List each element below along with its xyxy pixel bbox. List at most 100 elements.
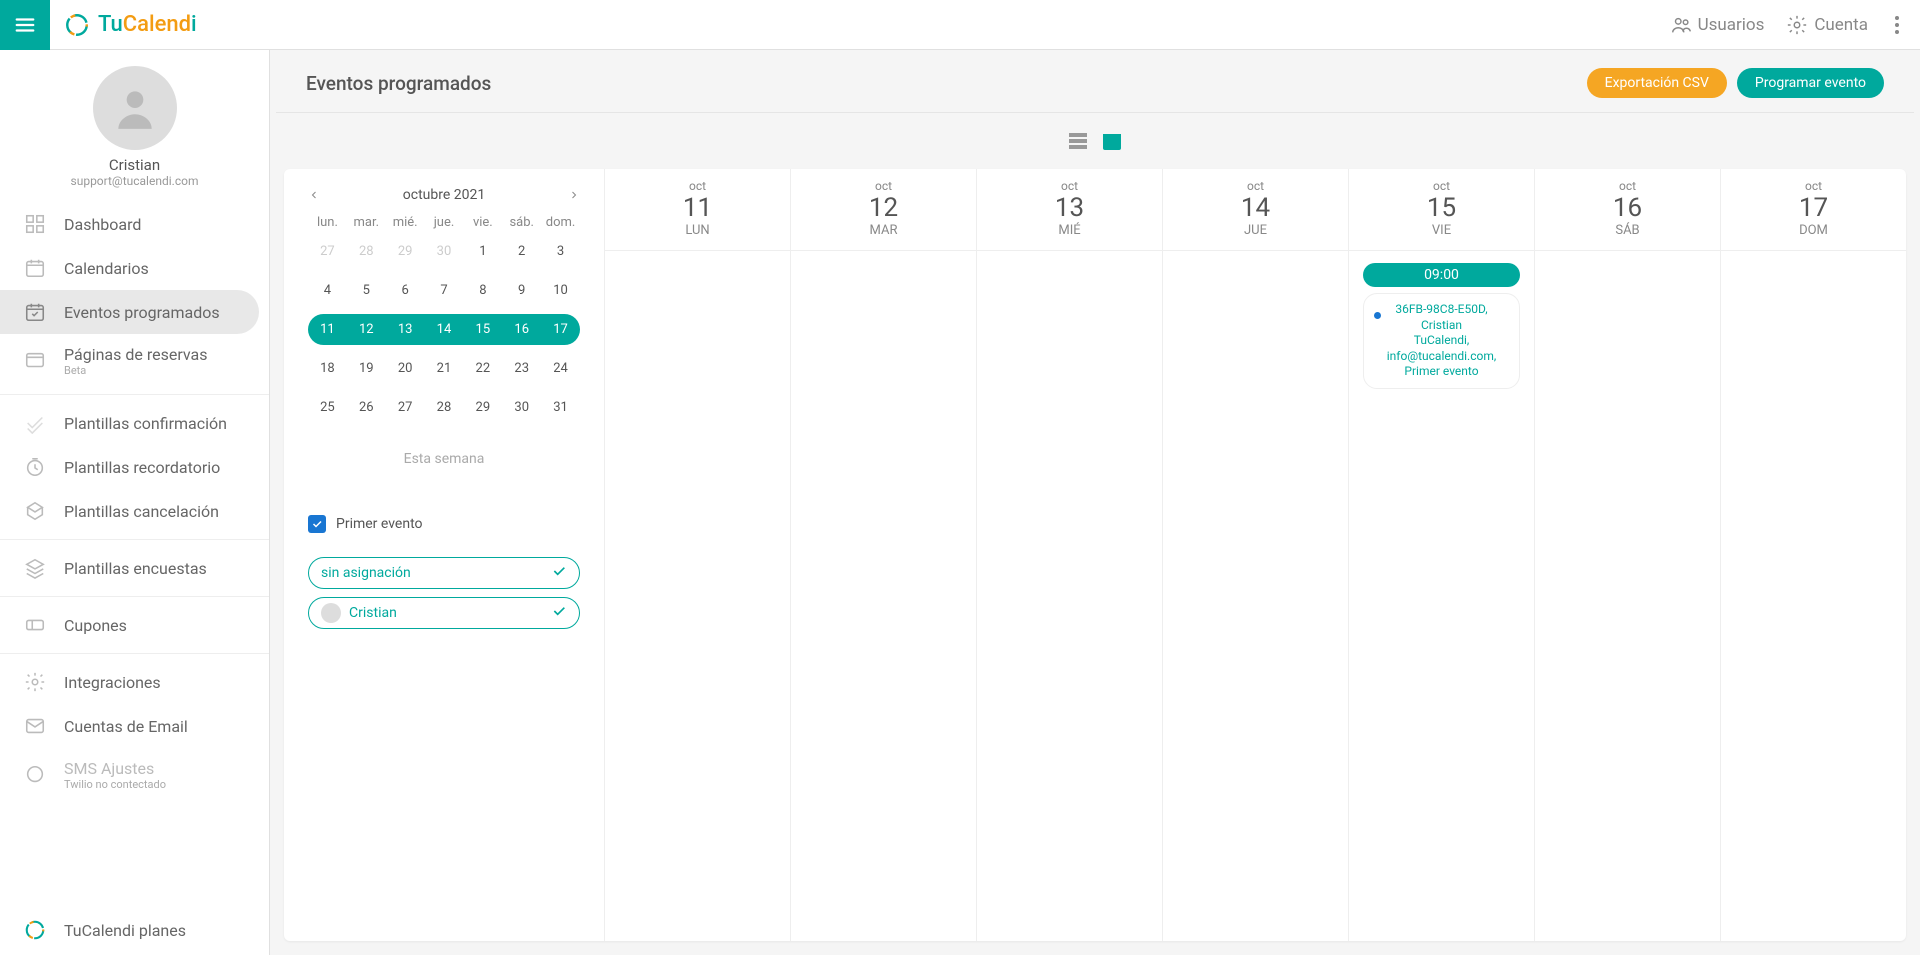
- list-view-icon[interactable]: [1065, 129, 1091, 153]
- day-body[interactable]: [791, 251, 976, 941]
- minical-day[interactable]: 3: [541, 236, 580, 267]
- minical-day[interactable]: 20: [386, 353, 425, 384]
- minical-day[interactable]: 18: [308, 353, 347, 384]
- minical-day[interactable]: 29: [386, 236, 425, 267]
- page-header: Eventos programados Exportación CSV Prog…: [276, 50, 1914, 113]
- dashboard-icon: [24, 213, 46, 235]
- minical-day[interactable]: 2: [502, 236, 541, 267]
- day-column: oct13MIÉ: [977, 169, 1163, 941]
- nav-calendars[interactable]: Calendarios: [0, 246, 269, 290]
- calendar-icon: [24, 257, 46, 279]
- event-card[interactable]: 36FB-98C8-E50D, CristianTuCalendi,info@t…: [1363, 293, 1520, 389]
- minical-day[interactable]: 27: [386, 392, 425, 423]
- minical-day[interactable]: 22: [463, 353, 502, 384]
- schedule-event-button[interactable]: Programar evento: [1737, 68, 1884, 98]
- minical-day[interactable]: 28: [347, 236, 386, 267]
- day-body[interactable]: [1535, 251, 1720, 941]
- this-week-link[interactable]: Esta semana: [308, 451, 580, 467]
- nav-confirm[interactable]: Plantillas confirmación: [0, 401, 269, 445]
- minical-day[interactable]: 8: [463, 275, 502, 306]
- mail-icon: [24, 715, 46, 737]
- minical-day[interactable]: 19: [347, 353, 386, 384]
- nav-events[interactable]: Eventos programados: [0, 290, 259, 334]
- minical-day[interactable]: 12: [347, 314, 386, 345]
- avatar[interactable]: [93, 66, 177, 150]
- minical-day[interactable]: 21: [425, 353, 464, 384]
- minical-day[interactable]: 17: [541, 314, 580, 345]
- day-column: oct16SÁB: [1535, 169, 1721, 941]
- nav-dashboard[interactable]: Dashboard: [0, 202, 269, 246]
- minical-day[interactable]: 4: [308, 275, 347, 306]
- minical-day[interactable]: 1: [463, 236, 502, 267]
- day-body[interactable]: [977, 251, 1162, 941]
- nav-plans[interactable]: TuCalendi planes: [0, 905, 269, 955]
- nav-cancel[interactable]: Plantillas cancelación: [0, 489, 269, 533]
- event-time-pill[interactable]: 09:00: [1363, 263, 1520, 287]
- minical-day[interactable]: 10: [541, 275, 580, 306]
- chevron-right-icon[interactable]: [568, 189, 580, 201]
- minical-day[interactable]: 31: [541, 392, 580, 423]
- filter-primer-evento[interactable]: Primer evento: [308, 515, 580, 533]
- day-body[interactable]: 09:00 36FB-98C8-E50D, CristianTuCalendi,i…: [1349, 251, 1534, 941]
- minical-day[interactable]: 25: [308, 392, 347, 423]
- minical-day[interactable]: 11: [308, 314, 347, 345]
- dow-label: mié.: [386, 215, 425, 230]
- check-icon: [24, 412, 46, 434]
- day-header: oct16SÁB: [1535, 169, 1720, 251]
- day-header: oct14JUE: [1163, 169, 1348, 251]
- nav-integrations[interactable]: Integraciones: [0, 660, 269, 704]
- gear-icon: [1786, 14, 1808, 36]
- chevron-left-icon[interactable]: [308, 189, 320, 201]
- minical-day[interactable]: 27: [308, 236, 347, 267]
- topbar: TuCalendi Usuarios Cuenta: [0, 0, 1920, 50]
- minical-day[interactable]: 23: [502, 353, 541, 384]
- minical-day[interactable]: 15: [463, 314, 502, 345]
- chip-unassigned[interactable]: sin asignación: [308, 557, 580, 589]
- users-link[interactable]: Usuarios: [1670, 14, 1765, 36]
- account-link[interactable]: Cuenta: [1786, 14, 1868, 36]
- minical-day[interactable]: 24: [541, 353, 580, 384]
- minical-day[interactable]: 16: [502, 314, 541, 345]
- view-switch: [270, 113, 1920, 169]
- nav-emailacc[interactable]: Cuentas de Email: [0, 704, 269, 748]
- minical-day[interactable]: 13: [386, 314, 425, 345]
- dow-label: dom.: [541, 215, 580, 230]
- hamburger-button[interactable]: [0, 0, 50, 50]
- dow-label: lun.: [308, 215, 347, 230]
- layers-icon: [24, 557, 46, 579]
- day-body[interactable]: [1721, 251, 1906, 941]
- event-dot: [1374, 312, 1381, 319]
- chip-user[interactable]: Cristian: [308, 597, 580, 629]
- day-column: oct15VIE 09:00 36FB-98C8-E50D, CristianTuC…: [1349, 169, 1535, 941]
- day-header: oct15VIE: [1349, 169, 1534, 251]
- nav-reminder[interactable]: Plantillas recordatorio: [0, 445, 269, 489]
- nav-surveys[interactable]: Plantillas encuestas: [0, 546, 269, 590]
- minical-day[interactable]: 14: [425, 314, 464, 345]
- nav-coupons[interactable]: Cupones: [0, 603, 269, 647]
- minical-day[interactable]: 7: [425, 275, 464, 306]
- day-body[interactable]: [1163, 251, 1348, 941]
- sidebar: Cristian support@tucalendi.com Dashboard…: [0, 50, 270, 955]
- minical-day[interactable]: 9: [502, 275, 541, 306]
- minical-day[interactable]: 30: [425, 236, 464, 267]
- day-column: oct17DOM: [1721, 169, 1906, 941]
- week-view: oct11LUNoct12MARoct13MIÉoct14JUEoct15VIE…: [604, 169, 1906, 941]
- nav-booking[interactable]: Páginas de reservasBeta: [0, 334, 269, 388]
- day-body[interactable]: [605, 251, 790, 941]
- clock-icon: [24, 456, 46, 478]
- calendar-view-icon[interactable]: [1099, 129, 1125, 153]
- export-csv-button[interactable]: Exportación CSV: [1587, 68, 1727, 98]
- minical-day[interactable]: 30: [502, 392, 541, 423]
- minical-day[interactable]: 29: [463, 392, 502, 423]
- logo-icon: [24, 919, 46, 941]
- nav-sms[interactable]: SMS AjustesTwilio no contectado: [0, 748, 269, 802]
- brand-logo[interactable]: TuCalendi: [64, 12, 197, 38]
- minical-day[interactable]: 6: [386, 275, 425, 306]
- minical-day[interactable]: 26: [347, 392, 386, 423]
- more-menu[interactable]: [1890, 11, 1904, 39]
- profile-name: Cristian: [0, 156, 269, 174]
- minical-day[interactable]: 5: [347, 275, 386, 306]
- minical-day[interactable]: 28: [425, 392, 464, 423]
- day-column: oct11LUN: [605, 169, 791, 941]
- brand-text: Tu: [98, 12, 123, 37]
